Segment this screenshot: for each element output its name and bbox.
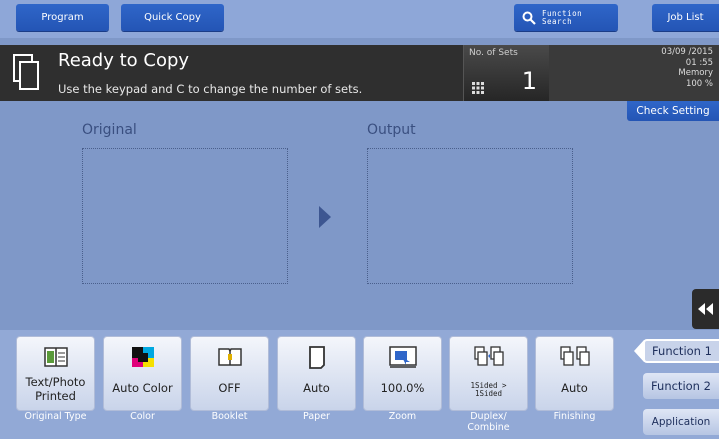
zoom-value: 100.0% bbox=[380, 381, 425, 395]
double-chevron-left-icon bbox=[697, 303, 713, 315]
original-type-caption: Original Type bbox=[24, 411, 87, 422]
zoom-caption: Zoom bbox=[388, 411, 417, 422]
status-message: Use the keypad and C to change the numbe… bbox=[58, 82, 363, 96]
color-button[interactable]: Auto Color bbox=[103, 336, 182, 411]
booklet-value: OFF bbox=[218, 381, 241, 395]
original-type-value-line2: Printed bbox=[35, 389, 76, 403]
finishing-icon bbox=[559, 346, 590, 366]
color-value: Auto Color bbox=[112, 381, 173, 395]
booklet-icon bbox=[217, 348, 242, 366]
quick-copy-button[interactable]: Quick Copy bbox=[121, 4, 224, 31]
output-label: Output bbox=[367, 122, 416, 138]
search-icon bbox=[522, 11, 536, 25]
status-bar: Ready to Copy Use the keypad and C to ch… bbox=[0, 45, 719, 101]
function-search-label: Function Search bbox=[542, 9, 582, 26]
duplex-caption: Duplex/ Combine bbox=[449, 411, 528, 433]
sets-label: No. of Sets bbox=[469, 48, 518, 58]
memory-label: Memory bbox=[678, 68, 713, 78]
copy-icon bbox=[13, 54, 39, 90]
finishing-caption: Finishing bbox=[553, 411, 596, 422]
original-type-value: Text/Photo Printed bbox=[17, 375, 94, 403]
status-title: Ready to Copy bbox=[58, 50, 190, 71]
duplex-combine-button[interactable]: 1Sided > 1Sided bbox=[449, 336, 528, 411]
number-of-sets-display[interactable]: No. of Sets 1 bbox=[463, 45, 549, 101]
paper-value: Auto bbox=[303, 381, 330, 395]
zoom-icon bbox=[388, 346, 417, 368]
original-type-value-line1: Text/Photo bbox=[25, 375, 86, 389]
function-search-line2: Search bbox=[542, 16, 573, 26]
booklet-caption: Booklet bbox=[211, 411, 248, 422]
date-text: 03/09 /2015 bbox=[661, 47, 713, 57]
duplex-icon bbox=[473, 346, 504, 366]
paper-button[interactable]: Auto bbox=[277, 336, 356, 411]
sets-value: 1 bbox=[521, 67, 537, 95]
original-label: Original bbox=[82, 122, 137, 138]
duplex-value: 1Sided > 1Sided bbox=[450, 382, 527, 398]
collapse-panel-button[interactable] bbox=[692, 289, 719, 329]
top-bar: Program Quick Copy Function Search Job L… bbox=[0, 0, 719, 38]
time-text: 01 :55 bbox=[685, 57, 713, 68]
paper-icon bbox=[308, 346, 325, 369]
color-squares-icon bbox=[131, 347, 154, 367]
text-photo-icon bbox=[43, 347, 68, 367]
duplex-caption-line2: Combine bbox=[467, 422, 510, 433]
paper-caption: Paper bbox=[303, 411, 330, 422]
color-caption: Color bbox=[130, 411, 155, 422]
tab-function-2[interactable]: Function 2 bbox=[643, 373, 719, 399]
finishing-value: Auto bbox=[561, 381, 588, 395]
tab-function-1[interactable]: Function 1 bbox=[643, 339, 719, 363]
memory-value: 100 % bbox=[685, 78, 713, 89]
original-preview-box bbox=[82, 148, 288, 284]
device-info: 03/09 /2015 01 :55 Memory 100 % bbox=[661, 47, 713, 89]
duplex-value-line2: 1Sided bbox=[474, 389, 503, 398]
output-preview-box bbox=[367, 148, 573, 284]
zoom-button[interactable]: 100.0% bbox=[363, 336, 442, 411]
check-setting-button[interactable]: Check Setting bbox=[627, 101, 719, 121]
function-search-button[interactable]: Function Search bbox=[514, 4, 618, 31]
program-button[interactable]: Program bbox=[16, 4, 109, 31]
tab-application[interactable]: Application bbox=[643, 409, 719, 435]
finishing-button[interactable]: Auto bbox=[535, 336, 614, 411]
booklet-button[interactable]: OFF bbox=[190, 336, 269, 411]
original-type-button[interactable]: Text/Photo Printed bbox=[16, 336, 95, 411]
arrow-right-icon bbox=[319, 206, 331, 228]
job-list-button[interactable]: Job List bbox=[652, 4, 719, 31]
keypad-icon bbox=[472, 82, 484, 94]
duplex-caption-line1: Duplex/ bbox=[470, 411, 507, 422]
